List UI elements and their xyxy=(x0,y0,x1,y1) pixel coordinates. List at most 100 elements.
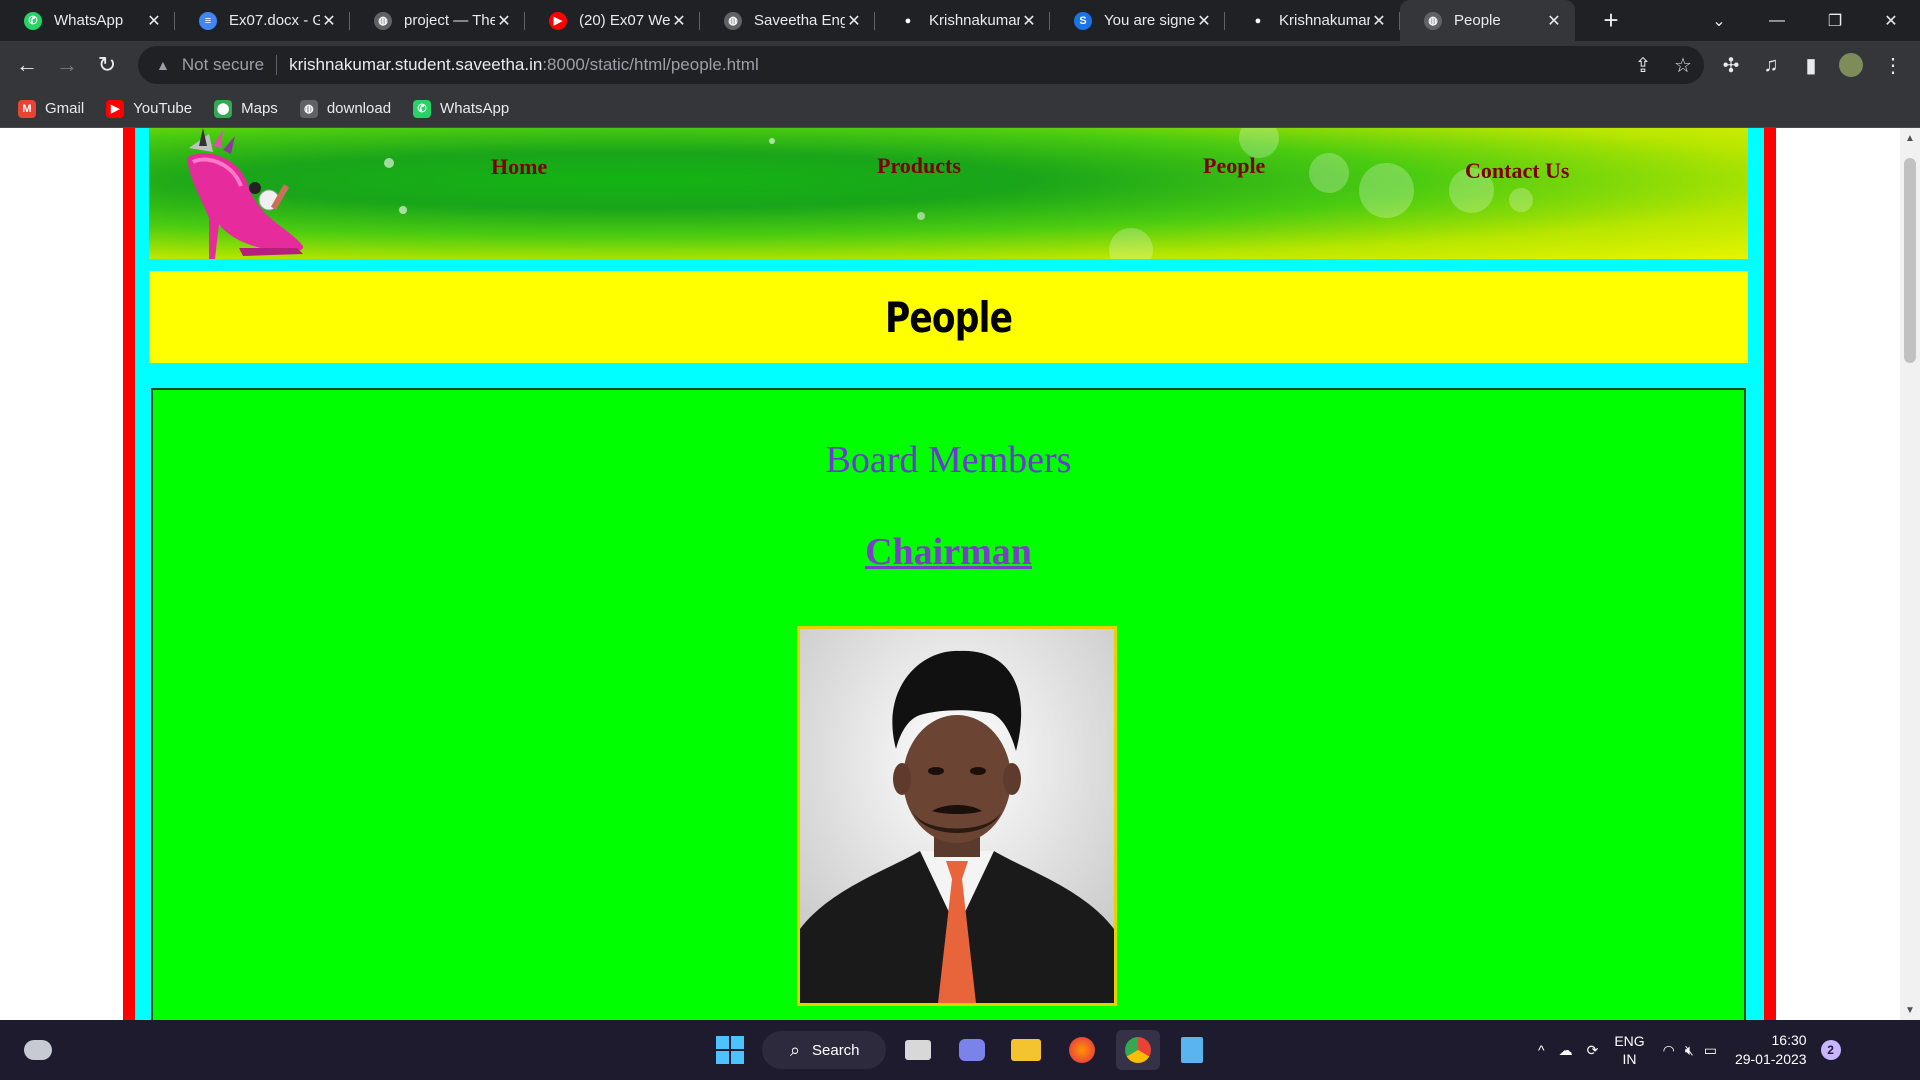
vertical-scrollbar[interactable]: ▲ ▼ xyxy=(1900,128,1920,1020)
browser-tab[interactable]: ✆ WhatsApp ✕ xyxy=(0,0,175,41)
whatsapp-icon: ✆ xyxy=(24,11,42,30)
bookmarks-bar: M Gmail ▶ YouTube ⬤ Maps ◍ download ✆ WhatsApp xyxy=(0,90,1920,128)
close-tab-icon[interactable]: ✕ xyxy=(1545,11,1563,31)
chevron-up-icon[interactable]: ^ xyxy=(1538,1042,1545,1058)
tab-title: You are signed xyxy=(1104,12,1195,29)
bookmark-label: Maps xyxy=(241,100,278,117)
browser-tab[interactable]: ◍ Saveetha Engi ✕ xyxy=(700,0,875,41)
battery-icon[interactable]: ▭ xyxy=(1704,1042,1717,1059)
bookmark-label: Gmail xyxy=(45,100,85,117)
youtube-icon: ▶ xyxy=(549,11,567,30)
extensions-icon[interactable]: ✣ xyxy=(1716,50,1746,80)
browser-tab[interactable]: ● Krishnakumar ✕ xyxy=(875,0,1050,41)
github-icon: ● xyxy=(899,11,917,30)
weather-icon[interactable] xyxy=(18,1030,58,1070)
firefox-icon[interactable] xyxy=(1062,1030,1102,1070)
browser-tab[interactable]: ▶ (20) Ex07 Web ✕ xyxy=(525,0,700,41)
close-window-button[interactable]: ✕ xyxy=(1862,0,1920,41)
security-label[interactable]: Not secure xyxy=(182,55,264,75)
close-tab-icon[interactable]: ✕ xyxy=(495,11,513,31)
sync-icon[interactable]: ⟳ xyxy=(1587,1042,1599,1059)
profile-avatar[interactable] xyxy=(1836,50,1866,80)
bookmark-star-icon[interactable]: ☆ xyxy=(1668,50,1698,80)
bookmark-label: YouTube xyxy=(133,100,193,117)
bookmark-item[interactable]: ◍ download xyxy=(299,99,392,118)
close-tab-icon[interactable]: ✕ xyxy=(1370,11,1388,31)
lang-bottom: IN xyxy=(1622,1051,1637,1067)
gmail-icon: M xyxy=(18,99,36,118)
tab-search-icon[interactable]: ⌄ xyxy=(1690,0,1748,41)
warning-icon[interactable]: ▲ xyxy=(156,57,170,73)
tab-title: Krishnakumar xyxy=(1279,12,1370,29)
search-label: Search xyxy=(812,1041,860,1059)
scroll-up-icon[interactable]: ▲ xyxy=(1900,128,1920,148)
nav-products-link[interactable]: Products xyxy=(877,153,961,179)
language-indicator[interactable]: ENG IN xyxy=(1614,1032,1644,1068)
back-button[interactable]: ← xyxy=(11,49,43,81)
browser-tab[interactable]: S You are signed ✕ xyxy=(1050,0,1225,41)
bookmark-label: download xyxy=(326,100,392,117)
site-header: Home Products People Contact Us xyxy=(149,128,1748,259)
browser-tab[interactable]: ● Krishnakumar ✕ xyxy=(1225,0,1400,41)
chairman-photo xyxy=(797,626,1117,1006)
tab-title: Saveetha Engi xyxy=(754,12,845,29)
nav-contact-link[interactable]: Contact Us xyxy=(1465,158,1570,184)
teams-chat-icon[interactable] xyxy=(952,1030,992,1070)
close-tab-icon[interactable]: ✕ xyxy=(1020,11,1038,31)
taskbar-search[interactable]: ⌕ Search xyxy=(762,1031,886,1069)
notification-badge[interactable]: 2 xyxy=(1820,1040,1841,1060)
lang-top: ENG xyxy=(1614,1033,1645,1049)
new-tab-button[interactable]: + xyxy=(1587,0,1635,41)
close-tab-icon[interactable]: ✕ xyxy=(145,11,163,31)
bookmark-item[interactable]: ▶ YouTube xyxy=(106,99,193,118)
bokeh-light xyxy=(399,206,407,214)
wifi-icon[interactable]: ◠ xyxy=(1663,1042,1675,1059)
share-icon[interactable]: ⇪ xyxy=(1628,50,1658,80)
volume-muted-icon[interactable]: 🔇︎ xyxy=(1685,1042,1694,1059)
page-title: People xyxy=(884,292,1013,342)
clock[interactable]: 16:30 29-01-2023 xyxy=(1735,1031,1807,1069)
browser-tab[interactable]: ≡ Ex07.docx - Go✕ xyxy=(175,0,350,41)
browser-tab[interactable]: ◍ People ✕ xyxy=(1400,0,1575,41)
high-heel-cosmetics-logo[interactable] xyxy=(179,128,309,259)
s-app-icon: S xyxy=(1074,11,1092,30)
task-view-icon[interactable] xyxy=(898,1030,938,1070)
close-tab-icon[interactable]: ✕ xyxy=(320,11,338,31)
scrollbar-thumb[interactable] xyxy=(1904,158,1916,363)
media-control-icon[interactable]: ♫ xyxy=(1756,50,1786,80)
notepad-icon[interactable] xyxy=(1172,1030,1212,1070)
browser-tab[interactable]: ◍ project — The ✕ xyxy=(350,0,525,41)
chrome-icon[interactable] xyxy=(1116,1030,1160,1070)
scroll-down-icon[interactable]: ▼ xyxy=(1900,1000,1920,1020)
close-tab-icon[interactable]: ✕ xyxy=(845,11,863,31)
windows-taskbar: ⌕ Search ^ ☁ ⟳ ENG IN ◠ 🔇︎ ▭ 16:30 29-01… xyxy=(0,1020,1920,1080)
nav-home-link[interactable]: Home xyxy=(491,154,547,180)
bookmark-item[interactable]: ⬤ Maps xyxy=(214,99,278,118)
maps-icon: ⬤ xyxy=(214,99,233,118)
bokeh-light xyxy=(769,138,775,144)
bokeh-light xyxy=(1309,153,1349,193)
minimize-button[interactable]: — xyxy=(1748,0,1806,41)
start-windows-icon[interactable] xyxy=(710,1030,750,1070)
forward-button[interactable]: → xyxy=(51,49,83,81)
section-title: Board Members xyxy=(825,439,1072,481)
youtube-icon: ▶ xyxy=(106,99,125,118)
role-heading[interactable]: Chairman xyxy=(153,530,1744,574)
tab-title: People xyxy=(1454,12,1501,29)
side-panel-icon[interactable]: ▮ xyxy=(1796,50,1826,80)
nav-people-link[interactable]: People xyxy=(1203,153,1265,179)
close-tab-icon[interactable]: ✕ xyxy=(670,11,688,31)
role-title[interactable]: Chairman xyxy=(865,531,1032,573)
bookmark-item[interactable]: ✆ WhatsApp xyxy=(413,99,510,118)
google-docs-icon: ≡ xyxy=(199,11,217,30)
restore-button[interactable]: ❐ xyxy=(1806,0,1864,41)
file-explorer-icon[interactable] xyxy=(1006,1030,1046,1070)
close-tab-icon[interactable]: ✕ xyxy=(1195,11,1213,31)
bookmark-item[interactable]: M Gmail xyxy=(18,99,85,118)
url-input[interactable]: ▲ Not secure krishnakumar.student.saveet… xyxy=(138,46,1704,84)
onedrive-icon[interactable]: ☁ xyxy=(1559,1042,1573,1059)
menu-kebab-icon[interactable]: ⋮ xyxy=(1878,50,1908,80)
reload-button[interactable]: ↻ xyxy=(91,49,123,81)
bookmark-label: WhatsApp xyxy=(440,100,510,117)
globe-icon: ◍ xyxy=(1424,11,1442,30)
